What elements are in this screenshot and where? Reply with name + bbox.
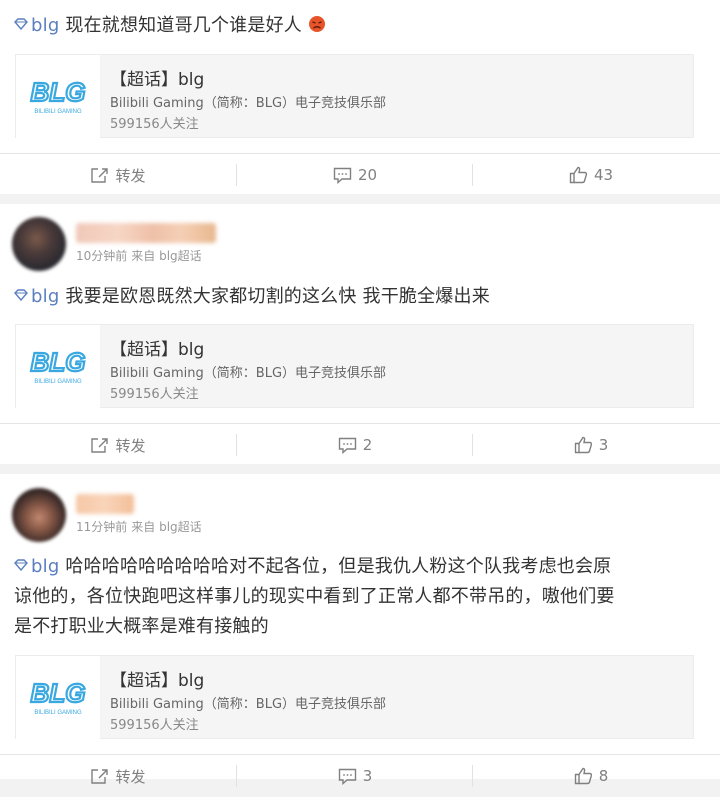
card-follow-count: 599156人关注 [110,718,199,733]
svg-text:BILIBILI GAMING: BILIBILI GAMING [34,379,82,385]
svg-text:BILIBILI GAMING: BILIBILI GAMING [34,109,82,115]
post-source[interactable]: 来自 blg超话 [131,249,201,263]
like-count: 8 [598,767,609,785]
avatar[interactable] [12,217,66,271]
action-bar: 转发 3 8 [0,754,720,796]
like-count: 3 [598,436,609,454]
comment-icon [338,768,356,785]
repost-icon [91,768,109,784]
blg-logo: BLG BILIBILI GAMING [16,656,100,740]
action-bar: 转发 2 3 [0,423,720,465]
post-time[interactable]: 11分钟前 [76,520,127,534]
repost-label: 转发 [115,436,146,455]
supertopic-card[interactable]: BLG BILIBILI GAMING 【超话】blg Bilibili Gam… [15,655,694,740]
post-body-line: 谅他的，各位快跑吧这样事儿的现实中看到了正常人都不带吊的，嗷他们要 [14,586,615,607]
blg-logo: BLG BILIBILI GAMING [16,55,100,139]
post-source[interactable]: 来自 blg超话 [131,520,201,534]
blg-logo: BLG BILIBILI GAMING [16,325,100,409]
supertopic-card[interactable]: BLG BILIBILI GAMING 【超话】blg Bilibili Gam… [15,324,694,409]
post-body: 哈哈哈哈哈哈哈哈哈对不起各位，但是我仇人粉这个队我考虑也会原 [65,556,612,577]
like-button[interactable]: 8 [473,755,709,797]
comment-count: 3 [362,767,373,785]
like-icon [574,767,592,785]
comment-icon [333,167,352,184]
topic-link[interactable]: blg [14,556,59,577]
action-bar: 转发 20 43 [0,153,720,195]
card-follow-count: 599156人关注 [110,387,199,402]
comment-count: 20 [357,166,378,184]
post-meta: 11分钟前 来自 blg超话 [76,518,206,535]
post-1: blg 现在就想知道哥几个谁是好人 BLG BILIBILI GAMING 【超… [0,0,720,194]
like-icon [569,166,588,184]
emoji-icon [308,16,325,32]
svg-text:BLG: BLG [31,347,86,377]
card-title: 【超话】blg [110,671,205,691]
post-time[interactable]: 10分钟前 [76,249,127,263]
card-desc: Bilibili Gaming（简称：BLG）电子竞技俱乐部 [110,96,387,111]
repost-label: 转发 [115,767,146,786]
repost-button[interactable]: 转发 [0,424,236,466]
comment-button[interactable]: 20 [237,154,473,196]
post-meta: 10分钟前 来自 blg超话 [76,247,206,264]
post-text: blg 现在就想知道哥几个谁是好人 [14,11,700,41]
repost-button[interactable]: 转发 [0,154,236,196]
topic-link[interactable]: blg [14,15,65,36]
username-blurred[interactable] [76,494,134,514]
post-body: 现在就想知道哥几个谁是好人 [65,15,302,36]
post-body-line: blg 哈哈哈哈哈哈哈哈哈对不起各位，但是我仇人粉这个队我考虑也会原 [14,552,700,582]
diamond-icon [14,18,28,30]
post-2: 10分钟前 来自 blg超话 blg 我要是欧恩既然大家都切割的这么快 我干脆全爆… [0,204,720,464]
post-body-line: 是不打职业大概率是难有接触的 [14,616,269,637]
post-3: 11分钟前 来自 blg超话 blg 哈哈哈哈哈哈哈哈哈对不起各位，但是我仇人粉这… [0,474,720,787]
card-title: 【超话】blg [110,340,205,360]
avatar[interactable] [12,488,66,542]
comment-icon [338,437,356,454]
supertopic-card[interactable]: BLG BILIBILI GAMING 【超话】blg Bilibili Gam… [15,54,694,139]
card-title: 【超话】blg [110,70,205,90]
topic-link[interactable]: blg [14,286,65,307]
post-body: 我要是欧恩既然大家都切割的这么快 我干脆全爆出来 [65,286,490,307]
like-count: 43 [593,166,614,184]
comment-button[interactable]: 3 [237,755,473,797]
like-icon [574,436,592,454]
like-button[interactable]: 43 [473,154,709,196]
like-button[interactable]: 3 [473,424,709,466]
username-blurred[interactable] [76,223,216,243]
card-follow-count: 599156人关注 [110,117,199,132]
diamond-icon [14,289,28,301]
repost-button[interactable]: 转发 [0,755,236,797]
svg-text:BILIBILI GAMING: BILIBILI GAMING [34,710,82,716]
card-desc: Bilibili Gaming（简称：BLG）电子竞技俱乐部 [110,697,387,712]
card-desc: Bilibili Gaming（简称：BLG）电子竞技俱乐部 [110,366,387,381]
repost-label: 转发 [115,166,146,185]
comment-count: 2 [362,436,373,454]
repost-icon [91,437,109,453]
svg-text:BLG: BLG [31,678,86,708]
post-text: blg 我要是欧恩既然大家都切割的这么快 我干脆全爆出来 [14,282,700,312]
svg-text:BLG: BLG [31,77,86,107]
diamond-icon [14,559,28,571]
comment-button[interactable]: 2 [237,424,473,466]
post-text: blg 哈哈哈哈哈哈哈哈哈对不起各位，但是我仇人粉这个队我考虑也会原 谅他的，各… [14,552,700,642]
repost-icon [91,167,109,183]
